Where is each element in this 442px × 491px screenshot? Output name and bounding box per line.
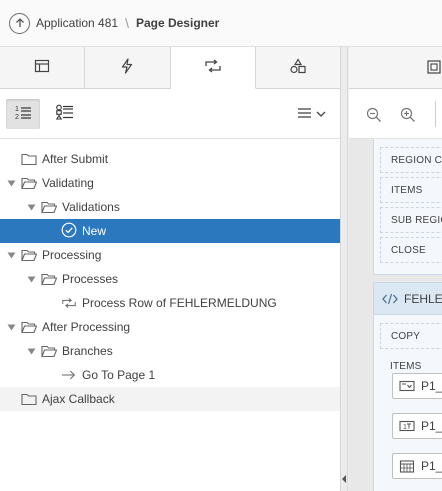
tree-node-label: Ajax Callback [42,392,115,406]
tab-shared-components[interactable] [256,47,340,88]
expand-toggle-icon[interactable] [26,346,36,356]
arrow-right-icon [61,368,77,382]
application-label[interactable]: Application 481 [36,16,118,30]
hamburger-icon [297,107,313,122]
page-designer-header: Application 481 \ Page Designer [0,0,442,47]
tree-node[interactable]: New [0,219,340,243]
application-link[interactable]: Application 481 [9,12,118,34]
tab-processing[interactable] [170,47,256,89]
region-title: FEHLERMELDUNG [404,291,442,306]
arrow-up-icon [9,12,30,34]
layout-toolbar [349,89,442,139]
execution-order-button[interactable]: 1 2 [6,98,40,129]
process-icon [61,296,77,310]
layout-canvas: REGION CONTENT ITEMS SUB REGIONS CLOSE F… [349,139,442,491]
select-list-icon [399,380,415,392]
item-label: P1_ [421,419,442,433]
collapse-left-icon[interactable] [342,475,346,483]
panel-splitter[interactable] [341,47,348,491]
folder-open-icon [21,320,37,334]
tree-node-label: Process Row of FEHLERMELDUNG [82,296,277,310]
tree-node[interactable]: After Processing [0,315,340,339]
tree-node-label: Validating [42,176,94,190]
number-field-icon: 1 [399,420,415,432]
region-fehlermeldung[interactable]: FEHLERMELDUNG COPY ITEMS P1_ 1 P1_ P [373,282,442,491]
code-icon [382,293,398,305]
breadcrumb-separator: \ [125,15,129,31]
expand-toggle-icon[interactable] [26,202,36,212]
tree-node[interactable]: Ajax Callback [0,387,340,411]
slot-region-content[interactable]: REGION CONTENT [380,147,442,173]
svg-text:1: 1 [15,106,19,113]
tree-menu-button[interactable] [297,99,326,129]
item-label: P1_ [421,379,442,393]
tree-node-label: After Processing [42,320,131,334]
check-circle-icon [61,222,77,238]
slot-items[interactable]: ITEMS [380,177,442,203]
folder-icon [21,392,37,406]
folder-open-icon [21,248,37,262]
chevron-down-icon [316,107,326,121]
region-header[interactable]: FEHLERMELDUNG [374,283,442,315]
left-panel: 1 2 After Submit Validating Validations … [0,47,341,491]
item-label: P1_ [421,459,442,473]
tree-node-label: Go To Page 1 [82,368,156,382]
slot-copy[interactable]: COPY [380,323,442,349]
tree-node[interactable]: Process Row of FEHLERMELDUNG [0,291,340,315]
component-type-button[interactable] [48,99,82,129]
tree-node-label: New [82,224,107,238]
page-item[interactable]: 1 P1_ [392,413,442,439]
tree-node[interactable]: Processing [0,243,340,267]
tree-node[interactable]: After Submit [0,147,340,171]
folder-icon [21,152,37,166]
folder-open-icon [41,344,57,358]
tree-node-label: Processes [62,272,119,286]
folder-open-icon [41,200,57,214]
zoom-in-icon[interactable] [400,107,416,126]
svg-text:2: 2 [15,114,19,120]
expand-toggle-icon[interactable] [26,274,36,284]
slot-sub-regions[interactable]: SUB REGIONS [380,207,442,233]
tree-node[interactable]: Validating [0,171,340,195]
tab-rendering[interactable] [0,47,86,88]
page-title: Page Designer [135,16,220,30]
svg-text:1: 1 [403,424,407,431]
expand-toggle-icon[interactable] [6,178,16,188]
region-container-top[interactable]: REGION CONTENT ITEMS SUB REGIONS CLOSE [373,139,442,275]
tree-node-label: Processing [42,248,102,262]
layout-icon [34,59,50,76]
folder-open-icon [41,272,57,286]
shared-components-icon [289,58,307,77]
page-item[interactable]: P1_ [392,453,442,479]
tree-node[interactable]: Validations [0,195,340,219]
left-panel-tabs [0,47,340,89]
tree-toolbar: 1 2 [0,89,340,139]
page-item[interactable]: P1_ [392,373,442,399]
lightning-icon [120,58,134,77]
tree-node-label: After Submit [42,152,109,166]
expand-toggle-icon[interactable] [6,322,16,332]
processing-tree: After Submit Validating Validations New Proc… [0,139,340,411]
toolbar-divider [435,101,436,127]
layout-tabs [349,47,442,89]
expand-toggle-icon[interactable] [6,250,16,260]
tree-node-label: Branches [62,344,113,358]
tree-node-label: Validations [62,200,120,214]
right-panel: REGION CONTENT ITEMS SUB REGIONS CLOSE F… [341,47,442,491]
tree-node[interactable]: Go To Page 1 [0,363,340,387]
grid-layout-icon[interactable] [427,60,441,77]
processing-icon [204,58,222,77]
tree-node[interactable]: Processes [0,267,340,291]
slot-close[interactable]: CLOSE [380,237,442,263]
numbered-list-icon: 1 2 [14,104,32,123]
tab-dynamic-actions[interactable] [85,47,171,88]
grouped-list-icon [55,104,74,123]
folder-open-icon [21,176,37,190]
date-picker-icon [399,460,415,473]
zoom-out-icon[interactable] [366,107,382,126]
tree-node[interactable]: Branches [0,339,340,363]
